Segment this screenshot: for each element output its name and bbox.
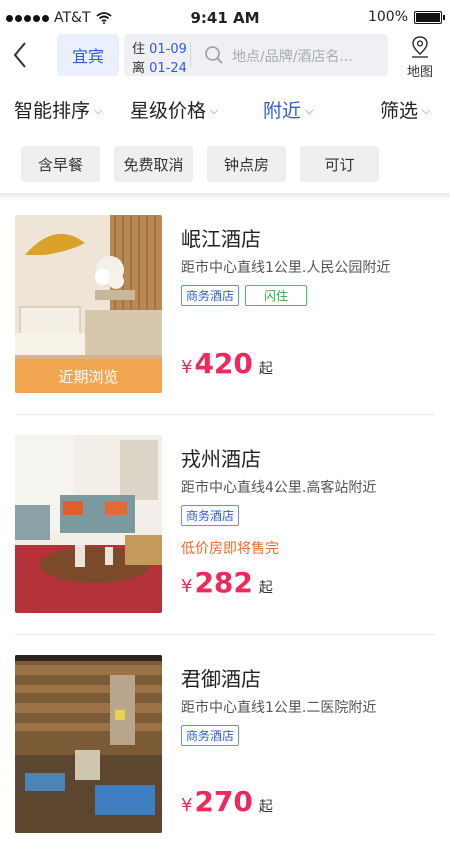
currency-symbol: ¥ (181, 357, 193, 378)
price-value: 282 (194, 566, 253, 599)
hotel-photo (15, 655, 162, 833)
price-suffix: 起 (258, 580, 273, 596)
chip-hourly-room[interactable]: 钟点房 (207, 146, 286, 182)
location-pin-icon (412, 36, 428, 58)
hotel-name: 君御酒店 (181, 667, 261, 691)
price-value: 420 (194, 347, 253, 380)
checkout-label: 离 (132, 61, 146, 76)
hotel-photo: 近期浏览 (15, 215, 162, 393)
filter-tabs: 智能排序 ⌵ 星级价格 ⌵ 附近 ⌵ 筛选 ⌵ (0, 96, 450, 128)
chevron-down-icon: ⌵ (210, 104, 219, 117)
tag-business: 商务酒店 (181, 505, 240, 526)
hotel-name: 岷江酒店 (181, 227, 261, 251)
chevron-down-icon: ⌵ (305, 104, 314, 117)
battery-group: 100% (367, 9, 445, 25)
price-suffix: 起 (258, 361, 273, 377)
battery-percent: 100% (367, 9, 408, 25)
currency-symbol: ¥ (181, 576, 193, 597)
checkin-label: 住 (132, 42, 146, 57)
tab-sort[interactable]: 智能排序 ⌵ (14, 96, 102, 123)
lounge-image (15, 435, 162, 613)
tag-business: 商务酒店 (181, 285, 240, 306)
chevron-down-icon: ⌵ (94, 104, 103, 117)
hotel-card[interactable]: 近期浏览 岷江酒店 距市中心直线1公里.人民公园附近 商务酒店 闪住 ¥ 420… (0, 195, 450, 415)
hotel-tags: 商务酒店 (181, 725, 240, 746)
tab-label: 筛选 (380, 100, 419, 122)
tab-label: 智能排序 (14, 100, 91, 122)
map-button[interactable]: 地图 (398, 35, 442, 81)
hotel-card[interactable]: 君御酒店 距市中心直线1公里.二医院附近 商务酒店 ¥ 270 起 (0, 635, 450, 855)
search-icon (205, 46, 223, 64)
hotel-distance: 距市中心直线1公里.二医院附近 (181, 700, 377, 716)
search-input[interactable]: 地点/品牌/酒店名... (232, 46, 353, 66)
hotel-name: 戎州酒店 (181, 447, 261, 471)
tab-label: 附近 (263, 100, 302, 122)
back-button[interactable] (10, 40, 38, 72)
currency-symbol: ¥ (181, 795, 193, 816)
tag-business: 商务酒店 (181, 725, 240, 746)
price-value: 270 (194, 785, 253, 818)
battery-icon (414, 10, 445, 24)
hotel-card[interactable]: 戎州酒店 距市中心直线4公里.高客站附近 商务酒店 低价房即将售完 ¥ 282 … (0, 415, 450, 635)
divider (190, 42, 191, 68)
hotel-price: ¥ 282 起 (181, 566, 273, 599)
map-label: 地图 (406, 65, 433, 80)
tab-star-price[interactable]: 星级价格 ⌵ (130, 96, 218, 123)
tab-nearby[interactable]: 附近 ⌵ (263, 96, 313, 123)
tag-flash-stay: 闪住 (245, 285, 308, 306)
chip-bookable[interactable]: 可订 (300, 146, 379, 182)
chevron-down-icon: ⌵ (422, 104, 431, 117)
hotel-distance: 距市中心直线1公里.人民公园附近 (181, 260, 391, 276)
city-selector[interactable]: 宜宾 (57, 34, 119, 76)
checkout-date[interactable]: 离 01-24 (132, 57, 187, 76)
hotel-photo (15, 435, 162, 613)
price-suffix: 起 (258, 799, 273, 815)
tab-filter[interactable]: 筛选 ⌵ (380, 96, 430, 123)
hotel-tags: 商务酒店 (181, 505, 240, 526)
search-bar[interactable]: 住 01-09 离 01-24 地点/品牌/酒店名... (124, 34, 388, 76)
tab-label: 星级价格 (130, 100, 207, 122)
checkout-value: 01-24 (149, 61, 187, 76)
chevron-left-icon (13, 42, 26, 68)
hotel-price: ¥ 420 起 (181, 347, 273, 380)
restaurant-image (15, 655, 162, 833)
hotel-price: ¥ 270 起 (181, 785, 273, 818)
hotel-distance: 距市中心直线4公里.高客站附近 (181, 480, 377, 496)
status-bar: AT&T 9:41 AM 100% (0, 0, 450, 36)
chip-free-cancel[interactable]: 免费取消 (114, 146, 193, 182)
low-stock-notice: 低价房即将售完 (181, 541, 279, 557)
hotel-tags: 商务酒店 闪住 (181, 285, 308, 306)
recently-viewed-badge: 近期浏览 (15, 359, 162, 393)
checkin-date[interactable]: 住 01-09 (132, 38, 187, 57)
checkin-value: 01-09 (149, 42, 187, 57)
chip-breakfast[interactable]: 含早餐 (21, 146, 100, 182)
